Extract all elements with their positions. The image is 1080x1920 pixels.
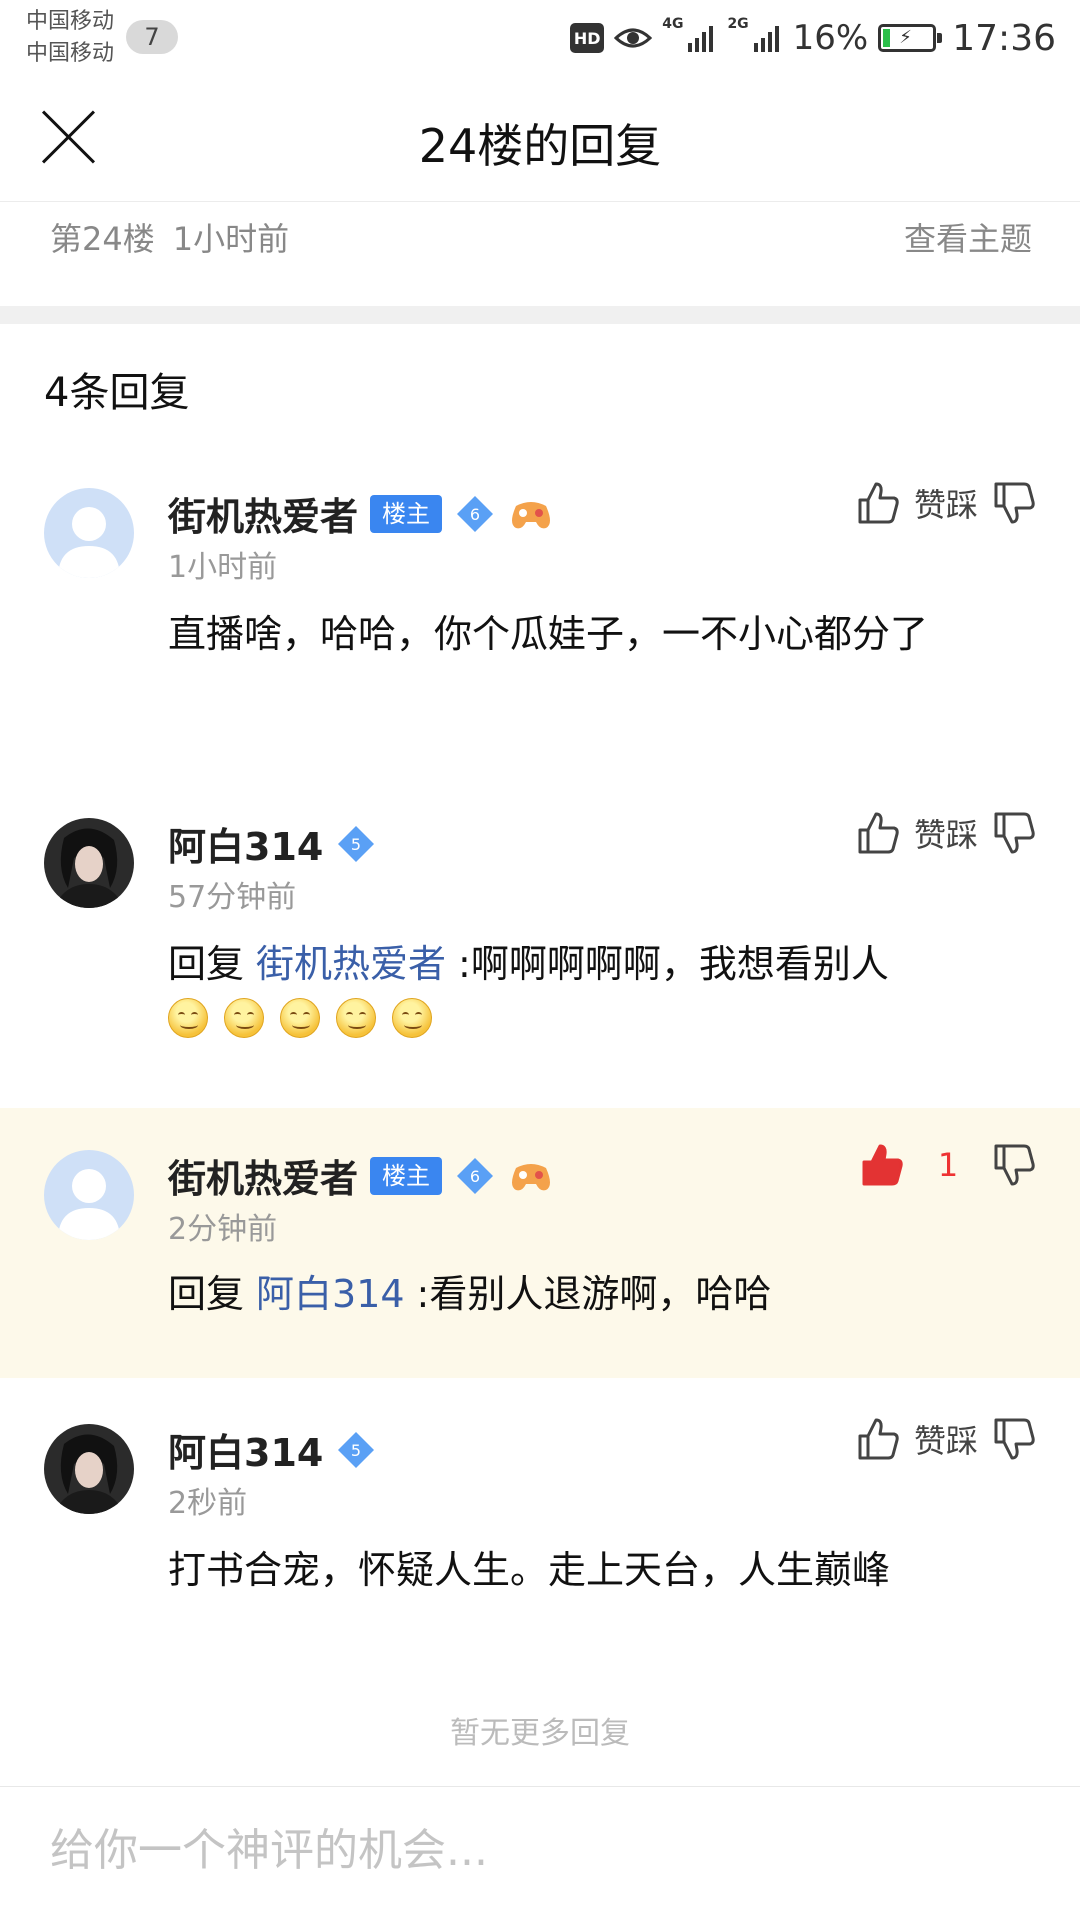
network-type-1: 4G — [662, 16, 684, 32]
section-divider — [0, 306, 1080, 324]
thumb-down-icon[interactable] — [992, 480, 1036, 526]
reply-item: 阿白314 5 赞踩 2秒前 打书合宠，怀疑人生。走上天台，人生巅峰 — [0, 1406, 1080, 1626]
emoji-row — [168, 998, 1008, 1038]
reply-item-highlighted: 街机热爱者 楼主 6 1 2分钟前 回复 阿白314:看别人退游啊，哈哈 — [0, 1108, 1080, 1378]
thumb-up-icon[interactable] — [856, 1416, 900, 1462]
carrier-label-2: 中国移动 — [26, 41, 115, 66]
thumb-down-icon[interactable] — [992, 810, 1036, 856]
reply-body: :看别人退游啊，哈哈 — [416, 1272, 772, 1316]
level-number: 6 — [470, 1167, 480, 1186]
battery-percentage: 16% — [792, 18, 869, 58]
avatar[interactable] — [44, 818, 134, 908]
gamepad-icon — [508, 496, 554, 532]
signal-icon — [753, 23, 783, 53]
floor-label: 第24楼 — [50, 220, 155, 258]
view-topic-link[interactable]: 查看主题 — [904, 214, 1032, 260]
avatar[interactable] — [44, 488, 134, 578]
no-more-replies-label: 暂无更多回复 — [450, 1716, 630, 1751]
user-line: 阿白314 5 — [168, 1422, 377, 1477]
thumb-up-icon-active[interactable] — [860, 1142, 904, 1188]
reply-body: :啊啊啊啊啊，我想看别人 — [458, 942, 889, 986]
level-number: 5 — [351, 1441, 361, 1460]
like-count: 1 — [937, 1146, 959, 1184]
reply-time: 2秒前 — [168, 1486, 248, 1521]
reply-count-heading: 4条回复 — [44, 370, 190, 416]
level-diamond-icon: 5 — [335, 824, 377, 864]
carrier-label-1: 中国移动 — [26, 9, 115, 34]
page-title: 24楼的回复 — [418, 119, 662, 173]
notification-count-badge: 7 — [126, 20, 178, 54]
vote-area: 1 — [860, 1142, 1036, 1188]
network-type-2: 2G — [727, 16, 749, 32]
reply-text[interactable]: 回复 街机热爱者 :啊啊啊啊啊，我想看别人 — [168, 934, 1008, 1038]
user-line: 阿白314 5 — [168, 816, 377, 871]
thumb-down-icon[interactable] — [992, 1416, 1036, 1462]
hd-icon: HD — [570, 23, 605, 53]
level-number: 5 — [351, 835, 361, 854]
floor-meta: 第24楼 1小时前 — [50, 214, 289, 260]
vote-label: 赞踩 — [913, 1422, 978, 1460]
username[interactable]: 阿白314 — [168, 1422, 323, 1477]
smile-emoji-icon — [336, 998, 376, 1038]
thumb-down-icon[interactable] — [992, 1142, 1036, 1188]
battery-icon: ⚡ — [878, 24, 943, 52]
status-icons: HD 4G 2G 16% ⚡ 17:36 — [570, 14, 1056, 62]
reply-prefix: 回复 — [168, 1272, 245, 1316]
level-number: 6 — [470, 505, 480, 524]
reply-text[interactable]: 直播啥，哈哈，你个瓜娃子，一不小心都分了 — [168, 604, 1008, 664]
smile-emoji-icon — [280, 998, 320, 1038]
vote-area: 赞踩 — [856, 1416, 1036, 1462]
reply-time: 2分钟前 — [168, 1212, 278, 1247]
level-diamond-icon: 6 — [454, 494, 496, 534]
vote-area: 赞踩 — [856, 810, 1036, 856]
reply-item: 街机热爱者 楼主 6 赞踩 1小时前 直播啥，哈哈，你个瓜娃子，一不小心都分了 — [0, 470, 1080, 770]
thumb-up-icon[interactable] — [856, 810, 900, 856]
floor-info: 第24楼 1小时前 查看主题 — [0, 202, 1080, 306]
username[interactable]: 街机热爱者 — [168, 1148, 358, 1203]
reply-prefix: 回复 — [168, 942, 245, 986]
level-diamond-icon: 5 — [335, 1430, 377, 1470]
reply-time: 57分钟前 — [168, 880, 297, 915]
mention-link[interactable]: 街机热爱者 — [256, 942, 446, 986]
battery-level-fill — [883, 29, 890, 47]
charging-bolt-icon: ⚡ — [899, 27, 912, 48]
clock: 17:36 — [952, 17, 1056, 59]
comment-bar — [0, 1786, 1080, 1920]
mention-link[interactable]: 阿白314 — [256, 1272, 405, 1316]
floor-time: 1小时前 — [172, 220, 290, 258]
avatar[interactable] — [44, 1424, 134, 1514]
comment-input[interactable] — [50, 1825, 1030, 1876]
smile-emoji-icon — [224, 998, 264, 1038]
level-diamond-icon: 6 — [454, 1156, 496, 1196]
smile-emoji-icon — [392, 998, 432, 1038]
username[interactable]: 阿白314 — [168, 816, 323, 871]
avatar[interactable] — [44, 1150, 134, 1240]
status-bar: 中国移动 中国移动 7 HD 4G 2G 16% ⚡ 17:36 — [0, 0, 1080, 76]
reply-text[interactable]: 回复 阿白314:看别人退游啊，哈哈 — [168, 1264, 1008, 1324]
page-header: 24楼的回复 — [0, 76, 1080, 202]
reply-text[interactable]: 打书合宠，怀疑人生。走上天台，人生巅峰 — [168, 1540, 1008, 1600]
user-line: 街机热爱者 楼主 6 — [168, 1148, 554, 1203]
vote-label: 赞踩 — [913, 486, 978, 524]
vote-area: 赞踩 — [856, 480, 1036, 526]
owner-badge: 楼主 — [370, 494, 443, 533]
reply-time: 1小时前 — [168, 550, 278, 585]
username[interactable]: 街机热爱者 — [168, 486, 358, 541]
vote-label: 赞踩 — [913, 816, 978, 854]
smile-emoji-icon — [168, 998, 208, 1038]
reply-item: 阿白314 5 赞踩 57分钟前 回复 街机热爱者 :啊啊啊啊啊，我想看别人 — [0, 800, 1080, 1100]
owner-badge: 楼主 — [370, 1156, 443, 1195]
thumb-up-icon[interactable] — [856, 480, 900, 526]
eye-icon — [614, 24, 653, 52]
signal-icon — [687, 23, 717, 53]
gamepad-icon — [508, 1158, 554, 1194]
user-line: 街机热爱者 楼主 6 — [168, 486, 554, 541]
